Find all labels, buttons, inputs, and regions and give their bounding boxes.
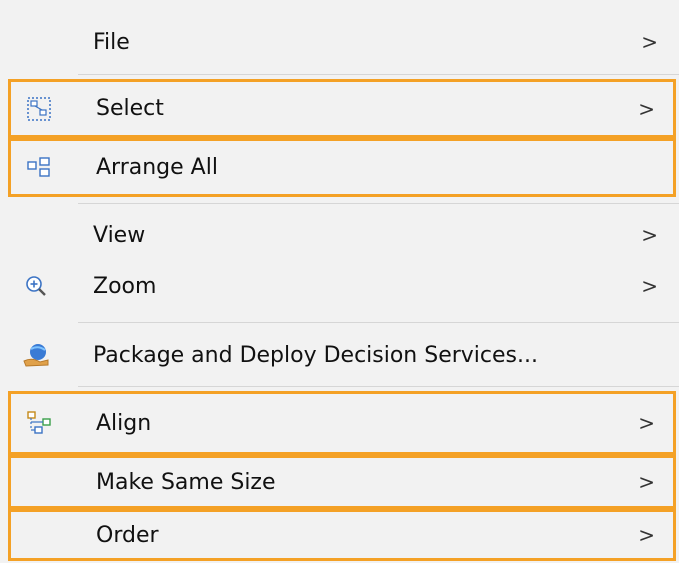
align-icon (25, 409, 53, 437)
menu-item-zoom[interactable]: Zoom > (8, 260, 676, 312)
submenu-arrow-icon: > (638, 411, 655, 435)
menu-item-label: Zoom (93, 273, 157, 299)
menu-item-select[interactable]: Select > (8, 79, 676, 138)
menu-item-file[interactable]: File > (8, 14, 676, 70)
separator (78, 74, 679, 75)
menu-item-label: Make Same Size (96, 469, 276, 495)
submenu-arrow-icon: > (638, 523, 655, 547)
menu-item-label: Arrange All (96, 155, 218, 180)
context-menu: File > Select > Arrange All View > Zoom … (0, 0, 679, 563)
menu-item-view[interactable]: View > (8, 210, 676, 260)
submenu-arrow-icon: > (641, 30, 658, 54)
menu-item-label: Align (96, 410, 152, 436)
menu-item-label: Package and Deploy Decision Services... (93, 342, 538, 368)
separator (78, 322, 679, 323)
arrange-all-icon (25, 154, 53, 182)
zoom-icon (22, 272, 50, 300)
select-icon (25, 95, 53, 123)
separator (78, 386, 679, 387)
menu-item-align[interactable]: Align > (8, 391, 676, 455)
package-deploy-icon (22, 341, 50, 369)
submenu-arrow-icon: > (638, 470, 655, 494)
submenu-arrow-icon: > (638, 96, 655, 121)
menu-item-arrange-all[interactable]: Arrange All (8, 138, 676, 197)
menu-item-label: Select (96, 96, 164, 121)
menu-item-label: Order (96, 522, 159, 548)
menu-item-label: View (93, 222, 146, 248)
menu-item-label: File (93, 29, 130, 55)
separator (78, 203, 679, 204)
menu-item-make-same-size[interactable]: Make Same Size > (8, 455, 676, 509)
menu-item-package-deploy[interactable]: Package and Deploy Decision Services... (8, 328, 676, 382)
submenu-arrow-icon: > (641, 223, 658, 247)
submenu-arrow-icon: > (641, 274, 658, 298)
menu-item-order[interactable]: Order > (8, 509, 676, 561)
